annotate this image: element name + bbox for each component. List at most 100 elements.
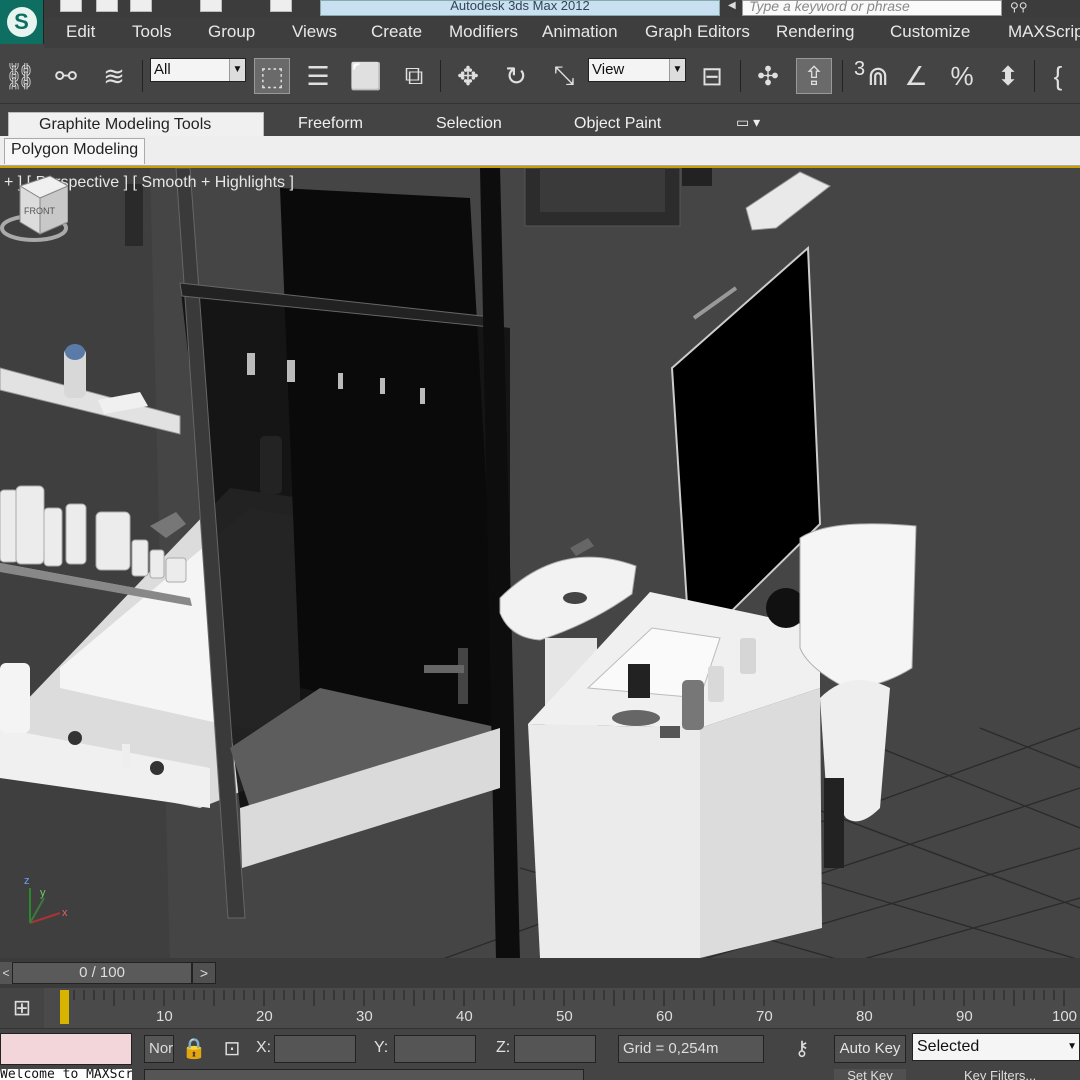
set-key-button[interactable]: Set Key: [834, 1069, 906, 1080]
menu-animation[interactable]: Animation: [542, 22, 618, 42]
bind-space-warp-icon[interactable]: ≋: [96, 58, 132, 94]
tab-object-paint[interactable]: Object Paint: [566, 112, 669, 136]
rectangular-selection-icon[interactable]: ⬜: [348, 58, 384, 94]
select-by-name-icon[interactable]: ☰: [300, 58, 336, 94]
use-pivot-center-icon[interactable]: ⊟: [694, 58, 730, 94]
track-tick-label: 60: [656, 1008, 673, 1025]
tab-freeform[interactable]: Freeform: [290, 112, 371, 136]
lock-icon[interactable]: 🔒: [180, 1035, 208, 1063]
viewcube-front-label: FRONT: [24, 206, 55, 216]
application-button[interactable]: S: [0, 0, 44, 44]
select-rotate-icon[interactable]: ↻: [498, 58, 534, 94]
search-expand-icon[interactable]: ◀: [728, 0, 740, 16]
new-file-icon[interactable]: [60, 0, 82, 12]
select-scale-icon[interactable]: ⤡: [546, 58, 582, 94]
edit-named-selection-icon[interactable]: {: [1040, 58, 1076, 94]
menu-modifiers[interactable]: Modifiers: [449, 22, 518, 42]
x-coordinate-input[interactable]: [274, 1035, 356, 1063]
viewcube[interactable]: FRONT: [0, 168, 68, 258]
status-bar: Welcome to MAXScript. Nor 🔒 ⊡ X: Y: Z: G…: [0, 1028, 1080, 1080]
track-tick-label: 20: [256, 1008, 273, 1025]
link-icon[interactable]: ⛓: [2, 58, 38, 94]
maxscript-welcome: Welcome to MAXScript.: [0, 1069, 132, 1080]
wall-lamp: [745, 171, 831, 231]
selection-filter-dropdown[interactable]: All ▼: [150, 58, 246, 82]
chevron-down-icon: ▼: [229, 59, 245, 81]
selection-mode-field[interactable]: Nor: [144, 1035, 174, 1063]
selection-filter-value: All: [154, 61, 171, 78]
tab-graphite-modeling-tools[interactable]: Graphite Modeling Tools: [8, 112, 264, 136]
prompt-line: [144, 1069, 584, 1080]
key-mode-value: Selected: [917, 1038, 980, 1055]
menu-create[interactable]: Create: [371, 22, 422, 42]
track-tick-label: 70: [756, 1008, 773, 1025]
track-tick-label: 50: [556, 1008, 573, 1025]
snap-toggle-icon[interactable]: ⋒: [860, 58, 896, 94]
z-label: Z:: [496, 1039, 511, 1056]
tab-polygon-modeling[interactable]: Polygon Modeling: [4, 138, 146, 164]
save-file-icon[interactable]: [130, 0, 152, 12]
select-object-icon[interactable]: ⬚: [254, 58, 290, 94]
unlink-icon[interactable]: ⚯: [48, 58, 84, 94]
key-filters-button[interactable]: Key Filters...: [940, 1069, 1080, 1080]
menu-graph-editors[interactable]: Graph Editors: [645, 22, 750, 42]
percent-snap-icon[interactable]: %: [944, 58, 980, 94]
menu-group[interactable]: Group: [208, 22, 255, 42]
y-label: Y:: [374, 1039, 389, 1056]
spinner-snap-icon[interactable]: ⬍: [990, 58, 1026, 94]
menu-bar: Edit Tools Group Views Create Modifiers …: [44, 18, 1080, 48]
menu-tools[interactable]: Tools: [132, 22, 172, 42]
angle-snap-icon[interactable]: ∠: [898, 58, 934, 94]
set-key-mode-key-icon[interactable]: ⚷: [782, 1035, 822, 1063]
track-tick-label: 80: [856, 1008, 873, 1025]
toilet-tank: [799, 523, 917, 689]
chevron-down-icon: ▼: [669, 59, 685, 81]
track-tick-label: 100: [1052, 1008, 1078, 1025]
time-slider[interactable]: 0 / 100: [12, 962, 192, 984]
menu-maxscript[interactable]: MAXScript: [1008, 22, 1080, 42]
perspective-viewport[interactable]: z y x + ] [ Perspective ] [ Smooth + Hig…: [0, 166, 1080, 958]
mirror: [670, 245, 822, 655]
select-manipulate-icon[interactable]: ✣: [750, 58, 786, 94]
viewport-scene[interactable]: z y x: [0, 168, 1080, 958]
tab-label: Graphite Modeling Tools: [39, 116, 212, 133]
ribbon-panel: Polygon Modeling: [0, 136, 1080, 166]
z-coordinate-input[interactable]: [514, 1035, 596, 1063]
binoculars-icon[interactable]: ⚲⚲: [1010, 0, 1040, 14]
track-tick-label: 10: [156, 1008, 173, 1025]
select-move-icon[interactable]: ✥: [450, 58, 486, 94]
project-folder-icon[interactable]: [270, 0, 292, 12]
track-bar[interactable]: 10 20 30 40 50 60 70 80 90 100: [44, 988, 1080, 1028]
y-coordinate-input[interactable]: [394, 1035, 476, 1063]
main-toolbar: ⛓ ⚯ ≋ All ▼ ⬚ ☰ ⬜ ⧉ ✥ ↻ ⤡ View ▼ ⊟ ✣ ⇪ 3…: [0, 48, 1080, 104]
ribbon-tab-bar: Graphite Modeling Tools Freeform Selecti…: [0, 104, 1080, 136]
axis-x-label: x: [62, 907, 68, 919]
keyboard-shortcut-override-icon[interactable]: ⇪: [796, 58, 832, 94]
mini-curve-editor-icon[interactable]: ⊞: [0, 988, 44, 1028]
auto-key-button[interactable]: Auto Key: [834, 1035, 906, 1063]
grid-size-display: Grid = 0,254m: [618, 1035, 764, 1063]
window-title: Autodesk 3ds Max 2012: [320, 0, 720, 16]
reference-coordinate-dropdown[interactable]: View ▼: [588, 58, 686, 82]
window-crossing-icon[interactable]: ⧉: [396, 58, 432, 94]
search-input[interactable]: Type a keyword or phrase: [742, 0, 1002, 16]
current-frame-marker: [60, 990, 69, 1024]
track-tick-label: 90: [956, 1008, 973, 1025]
next-frame-button[interactable]: >: [192, 962, 216, 984]
ribbon-options-icon[interactable]: ▭ ▾: [736, 114, 772, 132]
menu-rendering[interactable]: Rendering: [776, 22, 854, 42]
x-label: X:: [256, 1039, 272, 1056]
open-file-icon[interactable]: [96, 0, 118, 12]
reference-coordinate-value: View: [592, 61, 625, 78]
absolute-mode-icon[interactable]: ⊡: [218, 1035, 246, 1063]
tab-selection[interactable]: Selection: [428, 112, 510, 136]
menu-views[interactable]: Views: [292, 22, 337, 42]
maxscript-listener[interactable]: [0, 1033, 132, 1065]
key-mode-dropdown[interactable]: Selected ▼: [912, 1033, 1080, 1061]
menu-edit[interactable]: Edit: [66, 22, 95, 42]
menu-customize[interactable]: Customize: [890, 22, 970, 42]
axis-z-label: z: [24, 875, 30, 887]
previous-frame-button[interactable]: <: [0, 962, 12, 984]
undo-icon[interactable]: [200, 0, 222, 12]
time-slider-bar: < 0 / 100 >: [0, 958, 1080, 988]
